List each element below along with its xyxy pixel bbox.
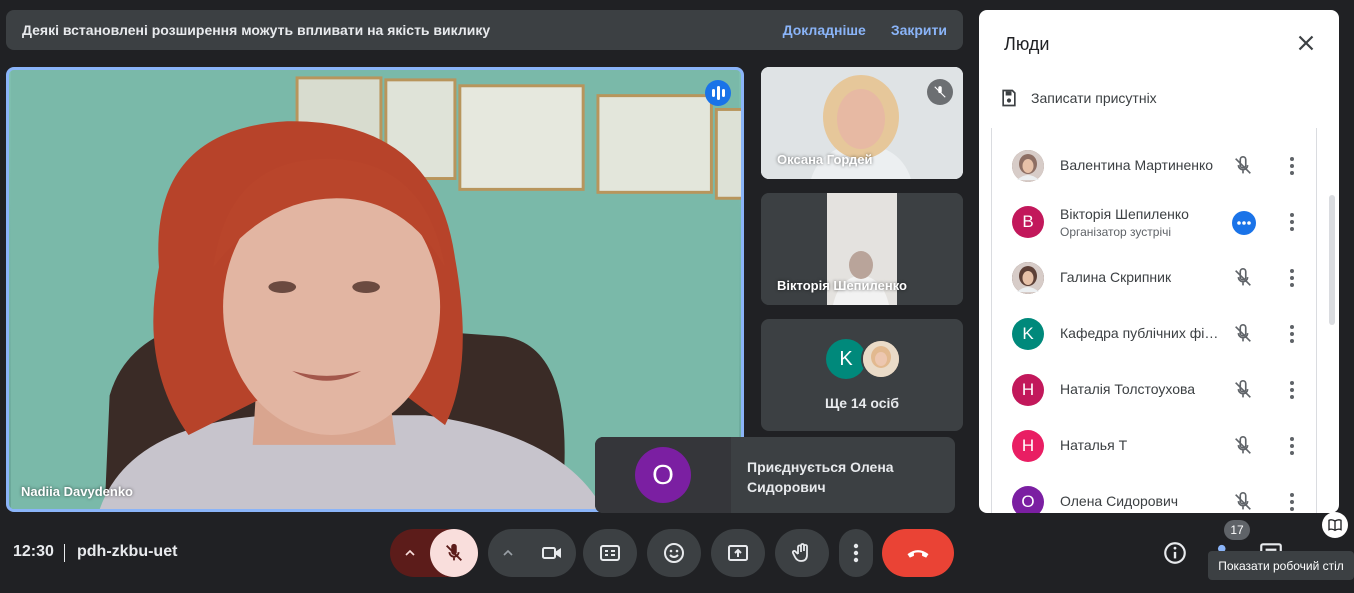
participant-row[interactable]: O Олена Сидорович [992,474,1318,513]
present-screen-icon [728,545,748,561]
mic-off-icon[interactable] [1232,491,1254,513]
more-vert-icon[interactable] [1284,211,1300,233]
main-tile-name: Nadiia Davydenko [21,484,133,499]
participant-role: Організатор зустрічі [1060,225,1172,239]
info-icon [1164,542,1186,564]
avatar [1012,150,1044,182]
camera-options-button[interactable] [488,529,528,577]
more-options-button[interactable] [839,529,873,577]
close-icon[interactable] [1293,30,1319,56]
present-button[interactable] [711,529,765,577]
more-vert-icon[interactable] [1284,323,1300,345]
camera-icon [542,547,561,559]
mic-control-group [390,529,478,577]
scrollbar[interactable] [1329,195,1335,325]
avatar: B [1012,206,1044,238]
avatar: O [635,447,691,503]
book-icon [1328,519,1342,532]
more-vert-icon[interactable] [1284,267,1300,289]
joining-text: Приєднується Олена Сидорович [747,459,894,495]
phone-hangup-icon [907,550,929,558]
participant-name: Наталья Т [1060,437,1128,453]
mic-off-icon[interactable] [1232,435,1254,457]
hand-icon [791,543,808,562]
close-banner-link[interactable]: Закрити [891,22,947,38]
record-attendance-button[interactable]: Записати присутніх [999,88,1157,108]
participant-row[interactable]: Галина Скрипник [992,250,1318,306]
mic-off-icon [927,79,953,105]
clock: 12:30 [13,543,54,560]
more-vert-icon[interactable] [1284,155,1300,177]
participants-count-badge: 17 [1224,520,1250,540]
participant-row[interactable]: H Наталія Толстоухова [992,362,1318,418]
participant-tile[interactable]: Оксана Гордей [761,67,963,179]
participant-row[interactable]: B Вікторія Шепиленко Організатор зустрічі [992,194,1318,250]
save-icon [1002,89,1016,107]
more-vert-icon [853,543,859,563]
more-participants-tile[interactable]: K Ще 14 осіб [761,319,963,431]
mic-off-icon [446,543,462,561]
meeting-details-button[interactable] [1162,540,1188,566]
tooltip: Показати робочий стіл [1208,551,1354,580]
mic-options-button[interactable] [390,529,430,577]
joining-notification: O Приєднується Олена Сидорович [595,437,955,513]
participant-tile-name: Оксана Гордей [777,152,873,167]
participant-row[interactable]: Валентина Мартиненко [992,138,1318,194]
people-list: Валентина Мартиненко B Вікторія Шепиленко О… [991,128,1317,513]
participant-tile-name: Вікторія Шепиленко [777,278,907,293]
divider [64,544,65,562]
participant-row[interactable]: K Кафедра публічних фін... [992,306,1318,362]
participant-name: Олена Сидорович [1060,493,1179,509]
people-panel: Люди Записати присутніх Валентина Мартин… [979,10,1339,513]
extensions-warning-banner: Деякі встановлені розширення можуть впли… [6,10,963,50]
end-call-button[interactable] [882,529,954,577]
record-attendance-label: Записати присутніх [1031,90,1157,106]
mic-toggle-button[interactable] [430,529,478,577]
joining-avatar-area: O [595,437,731,513]
mic-off-icon[interactable] [1232,379,1254,401]
participant-row[interactable]: H Наталья Т [992,418,1318,474]
more-vert-icon[interactable] [1284,435,1300,457]
raise-hand-button[interactable] [775,529,829,577]
avatar: H [1012,374,1044,406]
avatar: K [826,339,866,379]
mic-off-icon[interactable] [1232,323,1254,345]
emoji-icon [664,543,684,563]
reactions-button[interactable] [647,529,701,577]
participant-name: Вікторія Шепиленко [1060,206,1189,222]
avatar [1012,262,1044,294]
avatar: H [1012,430,1044,462]
chevron-up-icon [503,549,513,556]
mic-off-icon[interactable] [1232,155,1254,177]
companion-button[interactable] [1322,512,1348,538]
participant-tile[interactable]: Вікторія Шепиленко [761,193,963,305]
speaking-indicator-icon [705,80,731,106]
captions-icon [600,545,620,561]
more-participants-label: Ще 14 осіб [824,395,900,411]
banner-text: Деякі встановлені розширення можуть впли… [22,22,491,38]
more-vert-icon[interactable] [1284,491,1300,513]
participant-name: Кафедра публічних фін... [1060,325,1220,341]
captions-button[interactable] [583,529,637,577]
camera-control-group [488,529,576,577]
chevron-up-icon [405,549,415,556]
meeting-code: pdh-zkbu-uet [77,543,178,560]
avatar [861,339,901,379]
participant-name: Наталія Толстоухова [1060,381,1196,397]
camera-toggle-button[interactable] [528,529,576,577]
participant-name: Валентина Мартиненко [1060,157,1214,173]
participant-name: Галина Скрипник [1060,269,1172,285]
host-controls-icon[interactable] [1232,211,1256,235]
more-vert-icon[interactable] [1284,379,1300,401]
avatar: O [1012,486,1044,513]
mic-off-icon[interactable] [1232,267,1254,289]
avatar: K [1012,318,1044,350]
panel-title: Люди [1004,34,1050,54]
learn-more-link[interactable]: Докладніше [783,22,866,38]
